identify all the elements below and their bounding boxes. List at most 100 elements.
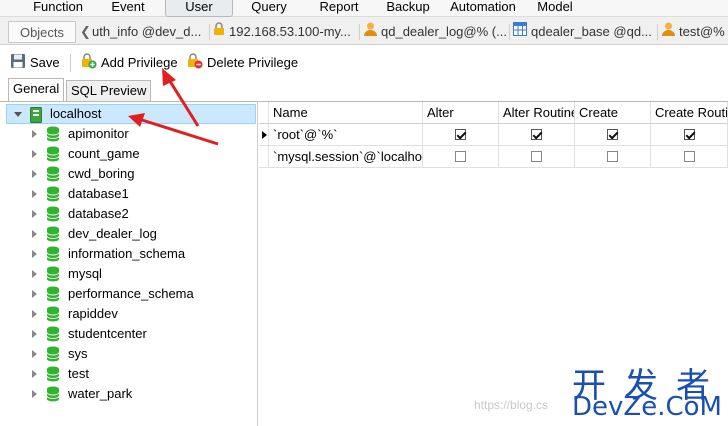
menu-bar: Function Event User Query Report Backup … bbox=[0, 0, 728, 17]
expand-arrow-icon[interactable] bbox=[32, 330, 37, 338]
row-indicator-header bbox=[259, 102, 269, 124]
tab-general[interactable]: General bbox=[8, 78, 65, 102]
menu-event[interactable]: Event bbox=[102, 0, 154, 17]
save-button[interactable]: Save bbox=[10, 53, 60, 74]
menu-automation[interactable]: Automation bbox=[444, 0, 522, 17]
expand-arrow-icon[interactable] bbox=[32, 190, 37, 198]
tree-item-database[interactable]: studentcenter bbox=[68, 324, 147, 344]
menu-model[interactable]: Model bbox=[530, 0, 580, 17]
tree-item-database[interactable]: cwd_boring bbox=[68, 164, 135, 184]
database-icon bbox=[46, 206, 60, 225]
expand-arrow-icon[interactable] bbox=[32, 250, 37, 258]
tree-item-database[interactable]: information_schema bbox=[68, 244, 185, 264]
tab-divider bbox=[657, 24, 658, 40]
grid-cell-user[interactable]: `mysql.session`@`localhos bbox=[269, 146, 423, 168]
document-tab-bar: Objects ❮uth_info @dev_d... 192.168.53.1… bbox=[0, 17, 728, 45]
expand-arrow-icon[interactable] bbox=[32, 230, 37, 238]
checkbox-checked[interactable] bbox=[531, 129, 542, 140]
expand-arrow-icon[interactable] bbox=[32, 270, 37, 278]
tab-divider bbox=[359, 24, 360, 40]
row-indicator bbox=[259, 146, 269, 168]
checkbox-unchecked[interactable] bbox=[455, 151, 466, 162]
column-header[interactable]: Name bbox=[269, 102, 423, 124]
lock-icon bbox=[213, 21, 229, 43]
database-icon bbox=[46, 146, 60, 165]
tree-root-selection[interactable] bbox=[6, 104, 256, 124]
menu-query[interactable]: Query bbox=[240, 0, 298, 17]
add-privilege-button[interactable]: Add Privilege bbox=[80, 52, 178, 74]
expand-arrow-icon[interactable] bbox=[32, 370, 37, 378]
expand-arrow-icon[interactable] bbox=[32, 130, 37, 138]
database-icon bbox=[46, 186, 60, 205]
tree-item-database[interactable]: mysql bbox=[68, 264, 102, 284]
watermark-logo: DevZe.CoM bbox=[572, 392, 722, 422]
column-header[interactable]: Create Routi bbox=[651, 102, 728, 124]
menu-backup[interactable]: Backup bbox=[378, 0, 438, 17]
collapse-arrow-icon[interactable] bbox=[14, 112, 22, 117]
tree-item-database[interactable]: dev_dealer_log bbox=[68, 224, 157, 244]
tree-item-database[interactable]: sys bbox=[68, 344, 88, 364]
tab-divider bbox=[509, 24, 510, 40]
database-icon bbox=[46, 126, 60, 145]
editor-subtabs: General SQL Preview bbox=[0, 78, 728, 102]
tab-divider bbox=[209, 24, 210, 40]
database-icon bbox=[46, 286, 60, 305]
tree-item-database[interactable]: count_game bbox=[68, 144, 140, 164]
expand-arrow-icon[interactable] bbox=[32, 290, 37, 298]
toolbar: Save Add Privilege Delete Privilege bbox=[0, 46, 728, 78]
expand-arrow-icon[interactable] bbox=[32, 390, 37, 398]
expand-arrow-icon[interactable] bbox=[32, 310, 37, 318]
tree-item-database[interactable]: database1 bbox=[68, 184, 129, 204]
menu-user[interactable]: User bbox=[165, 0, 233, 17]
database-icon bbox=[46, 366, 60, 385]
database-icon bbox=[46, 346, 60, 365]
privilege-tree: localhost apimonitor count_game cwd_boring… bbox=[0, 102, 258, 426]
checkbox-unchecked[interactable] bbox=[684, 151, 695, 162]
checkbox-unchecked[interactable] bbox=[531, 151, 542, 162]
table-icon bbox=[513, 21, 531, 43]
watermark-url: https://blog.cs bbox=[474, 398, 549, 412]
tab-qdealer-base[interactable]: qdealer_base @qd... bbox=[513, 21, 656, 43]
database-icon bbox=[46, 166, 60, 185]
tab-objects[interactable]: Objects bbox=[8, 21, 76, 43]
tab-sql-preview[interactable]: SQL Preview bbox=[66, 80, 152, 102]
delete-privilege-icon bbox=[186, 52, 203, 74]
tree-root-label[interactable]: localhost bbox=[50, 104, 101, 124]
checkbox-checked[interactable] bbox=[607, 129, 618, 140]
delete-privilege-button[interactable]: Delete Privilege bbox=[186, 52, 298, 74]
save-icon bbox=[10, 53, 26, 74]
database-icon bbox=[46, 226, 60, 245]
menu-function[interactable]: Function bbox=[22, 0, 94, 17]
column-header[interactable]: Alter bbox=[423, 102, 499, 124]
add-privilege-icon bbox=[80, 52, 97, 74]
grid-cell-user[interactable]: `root`@`%` bbox=[269, 124, 423, 146]
tab-connection[interactable]: 192.168.53.100-my... bbox=[213, 21, 359, 43]
user-icon bbox=[363, 21, 381, 43]
expand-arrow-icon[interactable] bbox=[32, 150, 37, 158]
column-header[interactable]: Alter Routine bbox=[499, 102, 575, 124]
tab-qd-dealer-log[interactable]: qd_dealer_log@% (... bbox=[363, 21, 508, 43]
database-icon bbox=[46, 386, 60, 405]
expand-arrow-icon[interactable] bbox=[32, 170, 37, 178]
tab-uth-info[interactable]: ❮uth_info @dev_d... bbox=[80, 21, 208, 43]
tree-item-database[interactable]: rapiddev bbox=[68, 304, 118, 324]
tree-item-database[interactable]: test bbox=[68, 364, 89, 384]
database-icon bbox=[46, 266, 60, 285]
tree-item-database[interactable]: apimonitor bbox=[68, 124, 129, 144]
tree-item-database[interactable]: performance_schema bbox=[68, 284, 194, 304]
column-header[interactable]: Create bbox=[575, 102, 651, 124]
checkbox-unchecked[interactable] bbox=[607, 151, 618, 162]
checkbox-checked[interactable] bbox=[684, 129, 695, 140]
user-icon bbox=[661, 21, 679, 43]
tab-test-user[interactable]: test@% (... bbox=[661, 21, 728, 43]
tree-item-database[interactable]: water_park bbox=[68, 384, 132, 404]
tree-item-database[interactable]: database2 bbox=[68, 204, 129, 224]
expand-arrow-icon[interactable] bbox=[32, 210, 37, 218]
toolbar-divider bbox=[70, 54, 71, 72]
expand-arrow-icon[interactable] bbox=[32, 350, 37, 358]
checkbox-checked[interactable] bbox=[455, 129, 466, 140]
menu-report[interactable]: Report bbox=[308, 0, 370, 17]
back-arrow-icon: ❮ bbox=[80, 24, 91, 39]
current-row-indicator-icon bbox=[259, 124, 269, 146]
server-icon bbox=[30, 107, 42, 126]
